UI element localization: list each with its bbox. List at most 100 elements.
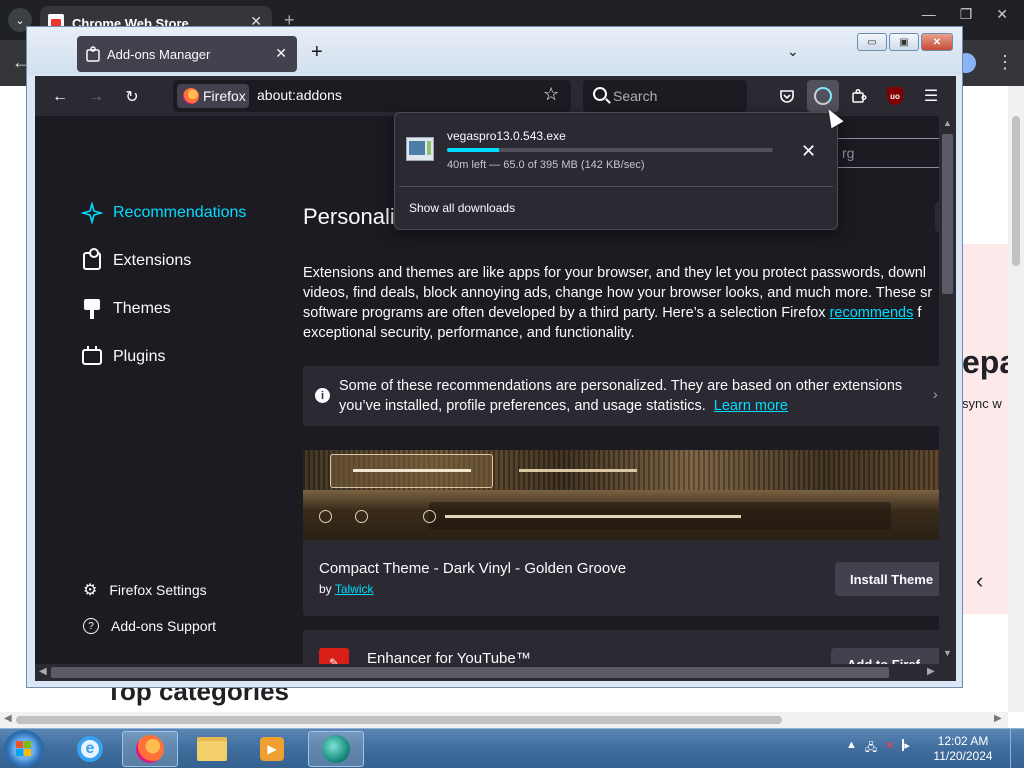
maximize-button[interactable]: ▣ xyxy=(889,33,919,51)
extension-card[interactable]: ✎ Enhancer for YouTube™ Add to Firef xyxy=(303,630,953,664)
scroll-right-icon[interactable]: ▶ xyxy=(927,666,935,677)
taskbar-explorer[interactable] xyxy=(184,731,240,767)
theme-name[interactable]: Compact Theme - Dark Vinyl - Golden Groo… xyxy=(319,560,626,577)
firefox-titlebar: Add-ons Manager ✕ + ⌄ ▭ ▣ ✕ xyxy=(27,27,962,75)
sidebar-item-recommendations[interactable]: Recommendations xyxy=(81,202,246,224)
action-center-flag-icon[interactable]: ▸ xyxy=(902,739,914,752)
addons-support-link[interactable]: ? Add-ons Support xyxy=(83,618,216,634)
recommends-link[interactable]: recommends xyxy=(830,305,914,321)
divider xyxy=(399,186,833,187)
forward-arrow-icon[interactable]: → xyxy=(85,86,107,108)
gear-icon: ⚙ xyxy=(83,582,98,599)
chrome-horizontal-scrollbar[interactable]: ◀ ▶ xyxy=(0,712,1008,728)
hamburger-menu-icon[interactable]: ☰ xyxy=(915,80,947,112)
network-icon[interactable]: 🖧 xyxy=(865,739,877,758)
search-icon xyxy=(593,87,607,101)
chevron-down-icon[interactable]: ⌄ xyxy=(787,43,799,60)
close-button[interactable]: ✕ xyxy=(921,33,953,51)
scroll-left-icon[interactable]: ◀ xyxy=(39,666,47,677)
install-theme-button[interactable]: Install Theme xyxy=(835,562,953,596)
scroll-thumb[interactable] xyxy=(942,134,953,294)
info-icon: i xyxy=(315,388,330,403)
intro-text: Extensions and themes are like apps for … xyxy=(303,265,933,341)
cancel-download-icon[interactable]: ✕ xyxy=(801,141,816,162)
theme-author: by Talwick xyxy=(319,582,374,596)
enhancer-youtube-icon: ✎ xyxy=(319,648,349,664)
close-icon[interactable]: ✕ xyxy=(275,45,287,62)
sidebar-item-themes[interactable]: Themes xyxy=(81,298,171,320)
chevron-right-icon[interactable]: › xyxy=(933,386,938,402)
scroll-thumb[interactable] xyxy=(1012,116,1020,266)
taskbar-vegas[interactable] xyxy=(308,731,364,767)
reload-icon[interactable]: ↻ xyxy=(121,86,143,108)
system-tray: ▲ 🖧 ✕ ▸ xyxy=(846,739,914,758)
scroll-thumb[interactable] xyxy=(16,716,782,724)
scroll-left-icon[interactable]: ◀ xyxy=(4,713,12,724)
theme-card[interactable]: Compact Theme - Dark Vinyl - Golden Groo… xyxy=(303,450,953,616)
show-all-downloads-button[interactable]: Show all downloads xyxy=(409,201,515,215)
minimize-button[interactable]: ▭ xyxy=(857,33,887,51)
author-link[interactable]: Talwick xyxy=(335,582,374,596)
sidebar-item-plugins[interactable]: Plugins xyxy=(81,346,165,368)
url-bar[interactable]: Firefox about:addons ☆ xyxy=(173,80,571,112)
firefox-logo-icon xyxy=(183,88,199,104)
taskbar-internet-explorer[interactable]: e xyxy=(62,731,118,767)
pocket-icon[interactable] xyxy=(771,80,803,112)
firefox-logo-icon xyxy=(136,735,164,763)
downloads-panel: vegaspro13.0.543.exe 40m left — 65.0 of … xyxy=(394,112,838,230)
firefox-tab-addons[interactable]: Add-ons Manager ✕ xyxy=(77,36,297,72)
start-button[interactable] xyxy=(4,730,44,768)
firefox-navbar: ← → ↻ Firefox about:addons ☆ Search uo ☰ xyxy=(35,76,956,116)
puzzle-icon xyxy=(81,248,103,272)
scroll-thumb[interactable] xyxy=(51,667,889,678)
scroll-right-icon[interactable]: ▶ xyxy=(994,713,1002,724)
sidebar-item-label: Recommendations xyxy=(113,204,247,221)
horizontal-scrollbar[interactable]: ◀ ▶ xyxy=(35,664,956,681)
back-arrow-icon[interactable]: ← xyxy=(49,86,71,108)
download-progress-icon xyxy=(814,87,832,105)
clock-date: 11/20/2024 xyxy=(933,749,993,763)
url-text[interactable]: about:addons xyxy=(257,87,342,103)
plugin-icon xyxy=(81,346,103,368)
search-input[interactable]: Search xyxy=(583,80,747,112)
sidebar-item-extensions[interactable]: Extensions xyxy=(81,248,192,272)
chevron-left-icon[interactable]: ‹ xyxy=(976,568,983,594)
page-title: Personaliz xyxy=(303,204,406,229)
chrome-banner xyxy=(962,244,1008,614)
extension-name[interactable]: Enhancer for YouTube™ xyxy=(367,650,531,664)
volume-muted-icon[interactable]: ✕ xyxy=(885,739,894,758)
windows-taskbar: e ▶ ▲ 🖧 ✕ ▸ 12:02 AM 11/20/2024 xyxy=(0,728,1024,768)
download-progress-bar xyxy=(447,148,773,152)
download-status: 40m left — 65.0 of 395 MB (142 KB/sec) xyxy=(447,159,645,171)
star-icon[interactable]: ☆ xyxy=(543,84,559,105)
help-icon: ? xyxy=(83,618,99,634)
chevron-up-icon[interactable]: ▲ xyxy=(846,739,857,758)
ublock-origin-icon[interactable]: uo xyxy=(879,80,911,112)
personalized-notice: i Some of these recommendations are pers… xyxy=(303,366,953,426)
scroll-up-icon[interactable]: ▲ xyxy=(943,118,952,128)
chrome-banner-subtext: sync w xyxy=(962,396,1002,411)
close-icon[interactable]: ✕ xyxy=(996,6,1008,34)
add-to-firefox-button[interactable]: Add to Firef xyxy=(831,648,949,664)
find-more-addons-input[interactable]: rg xyxy=(835,138,945,168)
puzzle-icon xyxy=(86,46,100,62)
window-controls: ▭ ▣ ✕ xyxy=(857,33,953,51)
media-player-icon: ▶ xyxy=(260,737,284,761)
firefox-settings-link[interactable]: ⚙ Firefox Settings xyxy=(83,580,207,600)
vertical-scrollbar[interactable]: ▲ ▼ xyxy=(939,116,956,664)
new-tab-button[interactable]: + xyxy=(311,41,323,64)
download-file-name[interactable]: vegaspro13.0.543.exe xyxy=(447,129,566,143)
chrome-menu-icon[interactable]: ⋮ xyxy=(996,52,1014,73)
taskbar-media-player[interactable]: ▶ xyxy=(244,731,300,767)
sidebar-item-label: Extensions xyxy=(113,252,192,269)
scroll-down-icon[interactable]: ▼ xyxy=(943,648,952,658)
system-clock[interactable]: 12:02 AM 11/20/2024 xyxy=(928,734,998,764)
chrome-vertical-scrollbar[interactable] xyxy=(1008,86,1024,712)
taskbar-firefox[interactable] xyxy=(122,731,178,767)
extensions-icon[interactable] xyxy=(843,80,875,112)
identity-label: Firefox xyxy=(203,88,246,104)
show-desktop-button[interactable] xyxy=(1010,729,1024,768)
learn-more-link[interactable]: Learn more xyxy=(714,398,788,414)
sidebar-item-label: Plugins xyxy=(113,348,166,365)
identity-button[interactable]: Firefox xyxy=(177,84,249,108)
